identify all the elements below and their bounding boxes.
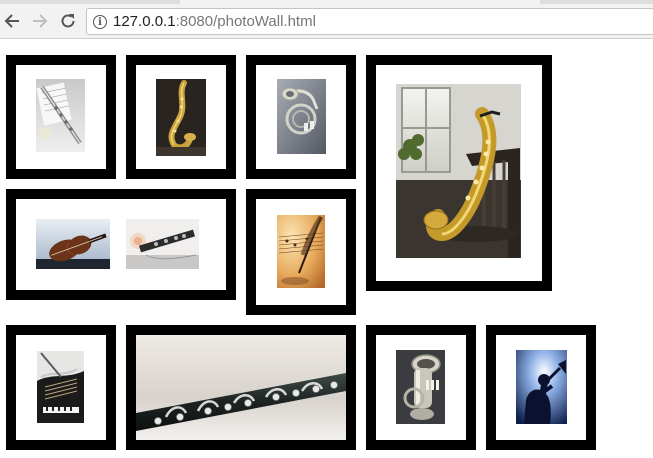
photo-french-horn[interactable] — [277, 79, 326, 154]
reload-icon — [61, 14, 75, 28]
url-path: :8080/photoWall.html — [175, 13, 316, 30]
photo-saxophone-dark[interactable] — [156, 79, 206, 156]
reload-button[interactable] — [56, 9, 80, 33]
photo-flute[interactable] — [36, 79, 85, 152]
address-bar[interactable]: i 127.0.0.1:8080/photoWall.html — [86, 8, 653, 35]
arrow-left-icon — [4, 14, 19, 28]
photo-frame-9 — [366, 325, 476, 450]
photo-frame-8 — [126, 325, 356, 450]
arrow-right-icon — [33, 14, 48, 28]
photo-tuba[interactable] — [396, 350, 445, 424]
photo-violin[interactable] — [36, 219, 110, 269]
info-circle-icon[interactable]: i — [93, 15, 107, 29]
photo-frame-5 — [6, 189, 236, 300]
photo-clarinet-closeup[interactable] — [136, 335, 346, 440]
photo-frame-7 — [6, 325, 116, 450]
photo-frame-1 — [6, 55, 116, 179]
back-button[interactable] — [0, 9, 24, 33]
photo-frame-2 — [126, 55, 236, 179]
photo-frame-6 — [246, 189, 356, 315]
photo-saxophone-on-chair[interactable] — [396, 84, 521, 258]
forward-button[interactable] — [28, 9, 52, 33]
photo-trumpet-player[interactable] — [516, 350, 567, 424]
photo-grand-piano[interactable] — [37, 351, 84, 423]
photo-sheet-music-quill[interactable] — [277, 215, 325, 288]
photo-frame-4 — [366, 55, 552, 291]
browser-toolbar: i 127.0.0.1:8080/photoWall.html — [0, 4, 653, 39]
photo-frame-3 — [246, 55, 356, 179]
url-host: 127.0.0.1 — [113, 13, 176, 30]
url-text[interactable]: 127.0.0.1:8080/photoWall.html — [113, 13, 316, 31]
photo-frame-10 — [486, 325, 596, 450]
photo-clarinet-rose[interactable] — [126, 219, 199, 269]
